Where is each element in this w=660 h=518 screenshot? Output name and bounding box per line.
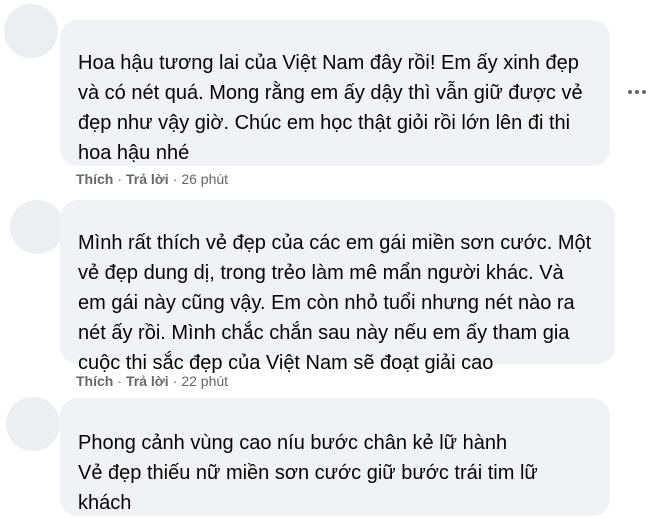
like-button[interactable]: Thích [76, 373, 113, 389]
comment-text: Mình rất thích vẻ đẹp của các em gái miề… [78, 232, 592, 374]
comment-text: Hoa hậu tương lai của Việt Nam đây rồi! … [78, 52, 583, 164]
separator: · [117, 373, 123, 389]
comment-actions: Thích · Trả lời · 22 phút [76, 373, 228, 389]
separator: · [172, 171, 178, 187]
timestamp[interactable]: 22 phút [181, 373, 228, 389]
more-options-icon[interactable] [628, 90, 646, 94]
separator: · [117, 171, 123, 187]
comment-bubble: Mình rất thích vẻ đẹp của các em gái miề… [60, 200, 615, 374]
reply-button[interactable]: Trả lời [126, 171, 169, 187]
reply-button[interactable]: Trả lời [126, 373, 169, 389]
timestamp[interactable]: 26 phút [181, 171, 228, 187]
avatar[interactable] [6, 397, 60, 451]
comment-bubble: Hoa hậu tương lai của Việt Nam đây rồi! … [60, 20, 610, 166]
avatar[interactable] [10, 200, 64, 254]
like-button[interactable]: Thích [76, 171, 113, 187]
comment-text: Phong cảnh vùng cao níu bước chân kẻ lữ … [78, 432, 538, 514]
comment-bubble: Phong cảnh vùng cao níu bước chân kẻ lữ … [60, 398, 610, 516]
comment-actions: Thích · Trả lời · 26 phút [76, 171, 228, 187]
separator: · [172, 373, 178, 389]
avatar[interactable] [4, 4, 58, 58]
